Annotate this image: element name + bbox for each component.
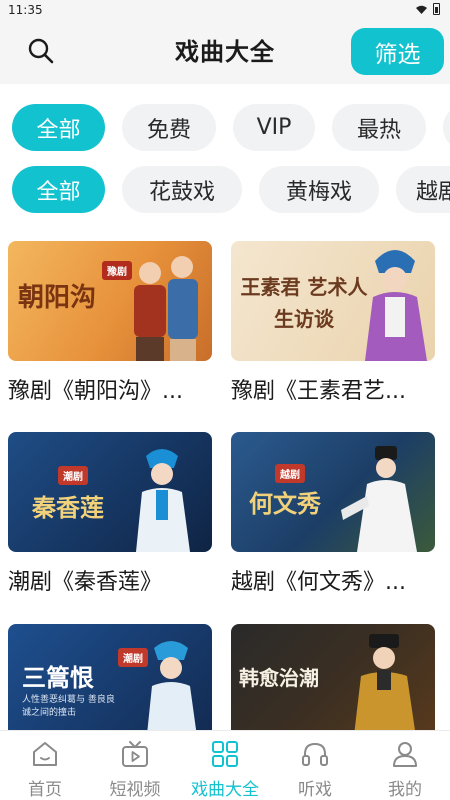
opera-card[interactable]: 潮剧 秦香莲 潮剧《秦香莲》	[8, 432, 212, 595]
thumbnail-title: 何文秀	[249, 489, 321, 518]
nav-opera-collection[interactable]: 戏曲大全	[180, 731, 270, 800]
user-icon	[393, 742, 417, 767]
opera-thumbnail: 王素君 艺术人生访谈	[231, 241, 435, 361]
nav-label: 首页	[28, 780, 62, 800]
nav-label: 戏曲大全	[191, 780, 259, 800]
status-icons	[416, 3, 440, 15]
filter-button[interactable]: 筛选	[351, 28, 444, 75]
chip-huaguxi[interactable]: 花鼓戏	[122, 166, 242, 213]
thumbnail-subtitle: 人性善恶纠葛与 善良良诚之间的撞击	[22, 695, 115, 718]
nav-label: 我的	[388, 780, 422, 800]
chip-hottest[interactable]: 最热	[332, 104, 426, 151]
performer-image	[136, 449, 190, 552]
performer-image	[341, 446, 417, 552]
nav-label: 短视频	[109, 780, 161, 800]
wifi-icon	[416, 5, 427, 14]
opera-card[interactable]: 三篙恨 人性善恶纠葛与 善良良诚之间的撞击 潮剧	[8, 624, 212, 744]
home-icon	[33, 742, 57, 766]
bottom-nav: 首页 短视频 戏曲大全 听戏 我的	[0, 730, 450, 800]
filter-row-access: 全部 免费 VIP 最热	[0, 104, 450, 154]
performer-image	[146, 641, 198, 744]
nav-short-video[interactable]: 短视频	[90, 731, 180, 800]
opera-thumbnail: 韩愈治潮	[231, 624, 435, 744]
opera-card[interactable]: 韩愈治潮	[231, 624, 435, 744]
chip-genre-all[interactable]: 全部	[12, 166, 105, 213]
thumbnail-title: 韩愈治潮	[239, 666, 319, 690]
tv-icon	[122, 741, 148, 767]
thumbnail-title: 王素君 艺术人生访谈	[240, 275, 368, 331]
grid-icon	[212, 741, 238, 767]
headphones-icon	[302, 742, 328, 766]
thumbnail-title: 秦香莲	[32, 493, 104, 522]
nav-mine[interactable]: 我的	[360, 731, 450, 800]
performer-image	[365, 250, 427, 361]
chip-all[interactable]: 全部	[12, 104, 105, 151]
battery-icon	[433, 3, 440, 15]
nav-listen[interactable]: 听戏	[270, 731, 360, 800]
opera-title: 潮剧《秦香莲》	[8, 570, 163, 595]
performer-image	[353, 634, 417, 744]
opera-thumbnail: 三篙恨 人性善恶纠葛与 善良良诚之间的撞击 潮剧	[8, 624, 212, 744]
opera-card[interactable]: 王素君 艺术人生访谈 豫剧《王素君艺...	[231, 241, 435, 404]
filter-row-genre: 全部 花鼓戏 黄梅戏 越剧	[0, 166, 450, 216]
status-bar: 11:35	[0, 0, 450, 20]
opera-title: 豫剧《王素君艺...	[231, 379, 406, 404]
opera-card[interactable]: 越剧 何文秀 越剧《何文秀》...	[231, 432, 435, 595]
chip-huangmeixi[interactable]: 黄梅戏	[259, 166, 379, 213]
chip-free[interactable]: 免费	[122, 104, 216, 151]
thumbnail-tag: 潮剧	[58, 466, 88, 485]
opera-thumbnail: 朝阳沟 豫剧	[8, 241, 212, 361]
opera-thumbnail: 潮剧 秦香莲	[8, 432, 212, 552]
thumbnail-title: 朝阳沟	[18, 283, 97, 313]
header: 戏曲大全 筛选	[0, 20, 450, 84]
thumbnail-title: 三篙恨	[22, 663, 94, 692]
performer-image	[134, 256, 198, 361]
opera-thumbnail: 越剧 何文秀	[231, 432, 435, 552]
status-time: 11:35	[8, 3, 43, 17]
nav-label: 听戏	[298, 780, 332, 800]
opera-card[interactable]: 朝阳沟 豫剧 豫剧《朝阳沟》...	[8, 241, 212, 404]
opera-title: 豫剧《朝阳沟》...	[8, 379, 183, 404]
nav-home[interactable]: 首页	[0, 731, 90, 800]
chip-vip[interactable]: VIP	[233, 104, 315, 151]
opera-title: 越剧《何文秀》...	[231, 570, 406, 595]
chip-more[interactable]	[443, 104, 450, 151]
chip-yueju[interactable]: 越剧	[396, 166, 450, 213]
thumbnail-tag: 越剧	[275, 464, 305, 483]
